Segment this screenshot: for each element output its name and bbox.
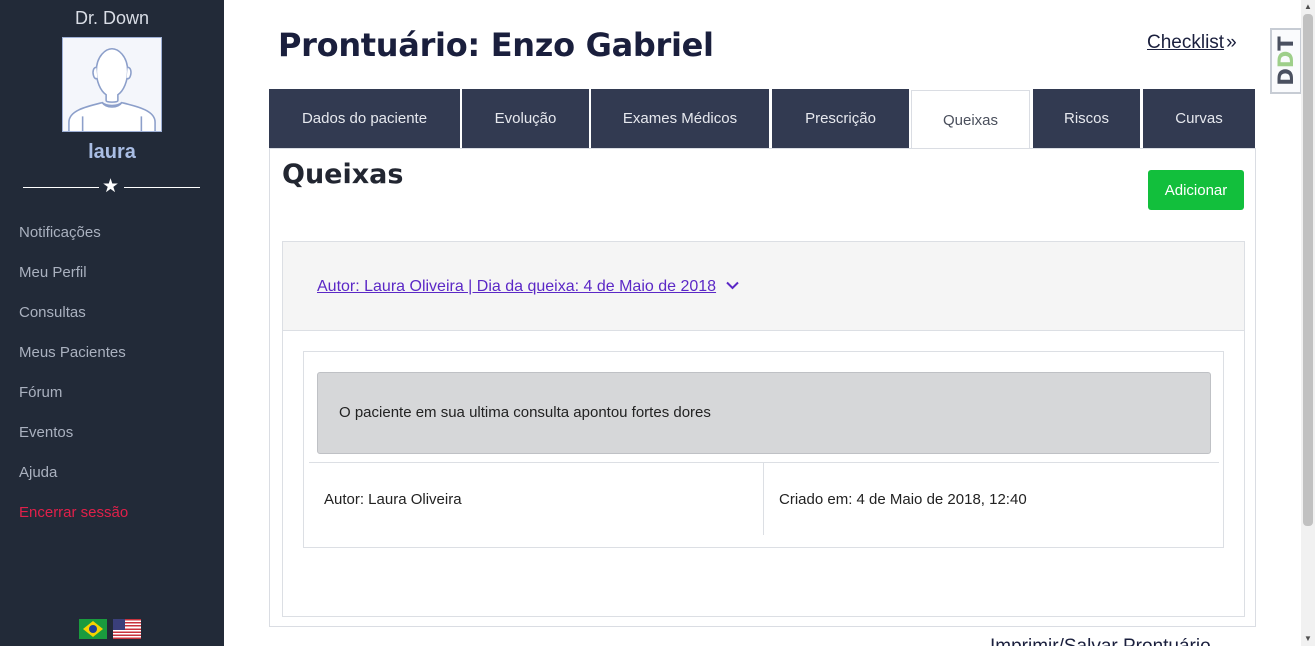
usa-flag-icon[interactable] [113, 619, 141, 639]
sidebar-item-meus-pacientes[interactable]: Meus Pacientes [19, 342, 128, 382]
scroll-down-arrow-icon[interactable]: ▼ [1301, 632, 1315, 646]
sidebar-item-consultas[interactable]: Consultas [19, 302, 128, 342]
tab-evolucao[interactable]: Evolução [462, 89, 589, 148]
accordion-header-text: Autor: Laura Oliveira | Dia da queixa: 4… [317, 278, 717, 295]
divider-line-left [23, 187, 99, 188]
tab-curvas[interactable]: Curvas [1143, 89, 1255, 148]
user-avatar-icon [63, 38, 161, 131]
double-chevron-right-icon: » [1226, 32, 1237, 53]
section-title: Queixas [282, 159, 404, 190]
complaint-author: Autor: Laura Oliveira [324, 491, 462, 508]
sidebar-item-forum[interactable]: Fórum [19, 382, 128, 422]
star-icon: ★ [102, 176, 120, 197]
complaint-text: O paciente em sua ultima consulta aponto… [317, 372, 1211, 454]
sidebar-item-meu-perfil[interactable]: Meu Perfil [19, 262, 128, 302]
username: laura [88, 141, 136, 163]
queixas-panel: Queixas Adicionar Autor: Laura Oliveira … [269, 148, 1256, 627]
flag-globe [89, 625, 97, 633]
avatar[interactable] [62, 37, 162, 132]
scrollbar[interactable]: ▲ ▼ [1301, 0, 1315, 646]
sidebar-item-notificacoes[interactable]: Notificações [19, 222, 128, 262]
ddt-badge[interactable]: DDT [1270, 28, 1302, 94]
brand-name: Dr. Down [74, 8, 150, 28]
language-selector [79, 619, 141, 639]
tab-prescricao[interactable]: Prescrição [772, 89, 909, 148]
complaint-card: O paciente em sua ultima consulta aponto… [303, 351, 1224, 548]
brazil-flag-icon[interactable] [79, 619, 107, 639]
checklist-link[interactable]: Checklist» [1147, 32, 1237, 54]
complaint-created-date: Criado em: 4 de Maio de 2018, 12:40 [779, 491, 1027, 508]
sidebar-nav: Notificações Meu Perfil Consultas Meus P… [19, 222, 128, 542]
ddt-logo-icon: DDT [1274, 36, 1298, 86]
tab-dados-do-paciente[interactable]: Dados do paciente [269, 89, 460, 148]
accordion-toggle-link[interactable]: Autor: Laura Oliveira | Dia da queixa: 4… [317, 277, 739, 296]
app-root: Dr. Down laura ★ Notificações Meu Perfil… [0, 0, 1315, 646]
scroll-up-arrow-icon[interactable]: ▲ [1301, 0, 1315, 14]
tab-queixas[interactable]: Queixas [911, 90, 1030, 149]
accordion-header[interactable]: Autor: Laura Oliveira | Dia da queixa: 4… [283, 242, 1244, 331]
flag-canton [113, 619, 125, 630]
print-save-label: Imprimir/Salvar Prontuário [990, 636, 1211, 646]
sidebar-item-encerrar-sessao[interactable]: Encerrar sessão [19, 502, 128, 542]
tab-riscos[interactable]: Riscos [1033, 89, 1140, 148]
checklist-label: Checklist [1147, 32, 1225, 53]
page-title: Prontuário: Enzo Gabriel [278, 26, 714, 64]
sidebar-item-ajuda[interactable]: Ajuda [19, 462, 128, 502]
add-button[interactable]: Adicionar [1148, 170, 1244, 210]
complaint-accordion: Autor: Laura Oliveira | Dia da queixa: 4… [282, 241, 1245, 617]
sidebar-item-eventos[interactable]: Eventos [19, 422, 128, 462]
divider-line-right [124, 187, 200, 188]
chevron-down-icon [726, 277, 739, 295]
scroll-thumb[interactable] [1303, 14, 1313, 526]
sidebar: Dr. Down laura ★ Notificações Meu Perfil… [0, 0, 224, 646]
sidebar-divider: ★ [23, 176, 200, 197]
print-save-link[interactable]: Imprimir/Salvar Prontuário [990, 636, 1211, 646]
card-divider [309, 462, 1219, 463]
tab-exames-medicos[interactable]: Exames Médicos [591, 89, 769, 148]
card-column-divider [763, 463, 764, 535]
